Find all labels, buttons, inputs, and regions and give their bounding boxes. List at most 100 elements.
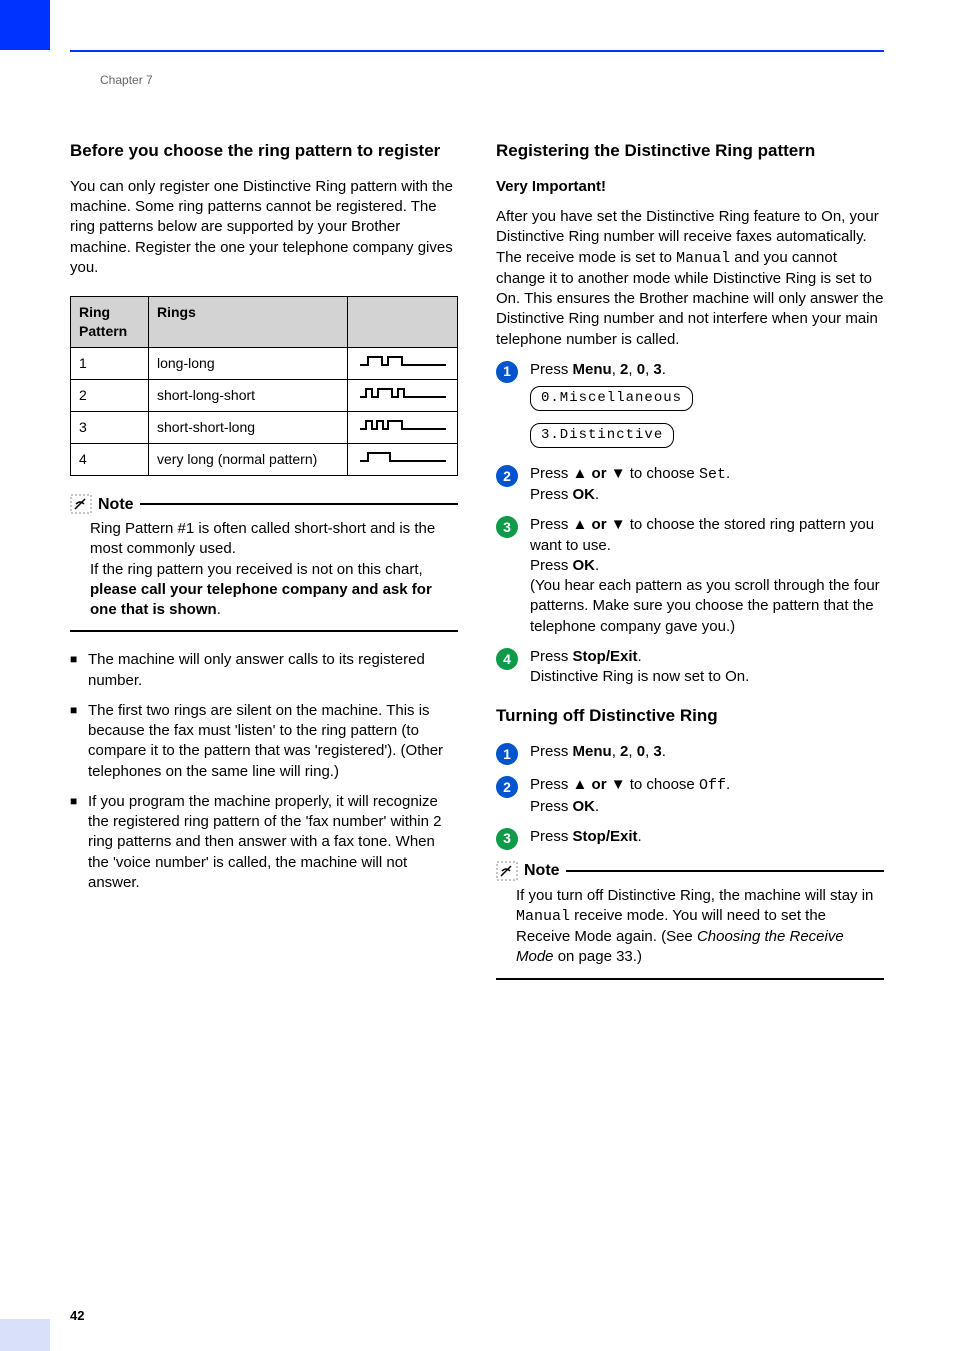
step-text: Press Menu, 2, 0, 3. [530,742,884,762]
lcd-display: 3.Distinctive [530,423,674,448]
cell-desc: very long (normal pattern) [149,443,348,475]
step-4: 4 Press Stop/Exit. Distinctive Ring is n… [496,647,884,688]
step-text: Press ▲ or ▼ to choose Set. Press OK. [530,464,884,506]
step-badge: 3 [496,516,518,538]
menu-label: Menu [573,361,612,378]
note-body: Ring Pattern #1 is often called short-sh… [70,519,458,620]
th-ring-pattern: Ring Pattern [71,297,149,348]
step-1: 1 Press Menu, 2, 0, 3. 0.Miscellaneous 3… [496,360,884,454]
wave-icon [348,443,458,475]
step-text: Press Menu, 2, 0, 3. 0.Miscellaneous 3.D… [530,360,884,454]
step-1: 1 Press Menu, 2, 0, 3. [496,742,884,765]
very-important-label: Very Important! [496,177,884,197]
right-heading-2: Turning off Distinctive Ring [496,705,884,728]
text: , [612,743,620,760]
cell-num: 1 [71,347,149,379]
table-row: 3 short-short-long [71,411,458,443]
top-rule [70,50,884,52]
cell-desc: short-short-long [149,411,348,443]
right-column: Registering the Distinctive Ring pattern… [496,140,884,998]
note-header: Note [70,494,458,516]
text: . [726,776,730,793]
text: to choose [626,465,699,482]
table-row: 1 long-long [71,347,458,379]
key-label: 0 [637,361,645,378]
text: Press [530,465,573,482]
text: Press [530,486,573,503]
cell-num: 2 [71,379,149,411]
th-wave [348,297,458,348]
step-text: Press Stop/Exit. [530,827,884,847]
list-item: If you program the machine properly, it … [70,792,458,893]
mono-text: Off [699,777,726,794]
text: on page 33.) [554,948,642,965]
note-text: . [217,601,221,618]
note-label: Note [524,860,560,882]
text: . [726,465,730,482]
arrow-icon: ▲ or ▼ [573,516,626,533]
mono-text: Manual [516,908,570,925]
ok-label: OK [573,798,596,815]
cell-num: 3 [71,411,149,443]
step-badge: 4 [496,648,518,670]
text: . [595,557,599,574]
right-heading-1: Registering the Distinctive Ring pattern [496,140,884,163]
step-2: 2 Press ▲ or ▼ to choose Set. Press OK. [496,464,884,506]
arrow-icon: ▲ or ▼ [573,465,626,482]
table-row: 2 short-long-short [71,379,458,411]
note-header-2: Note [496,860,884,882]
step-2: 2 Press ▲ or ▼ to choose Off. Press OK. [496,775,884,817]
wave-icon [348,411,458,443]
cell-num: 4 [71,443,149,475]
note-rule [140,503,458,505]
note-icon [70,494,92,514]
text: . [595,798,599,815]
step-badge: 2 [496,465,518,487]
list-item: The machine will only answer calls to it… [70,650,458,691]
text: (You hear each pattern as you scroll thr… [530,577,880,635]
text: Distinctive Ring is now set to On. [530,668,749,685]
text: Press [530,743,573,760]
mono-text: Set [699,466,726,483]
text: Press [530,361,573,378]
step-3: 3 Press Stop/Exit. [496,827,884,850]
right-intro-1: After you have set the Distinctive Ring … [496,207,884,350]
ok-label: OK [573,557,596,574]
wave-icon [348,379,458,411]
procedure-turning-off: 1 Press Menu, 2, 0, 3. 2 Press ▲ or ▼ to… [496,742,884,850]
key-label: 3 [653,361,661,378]
key-label: 2 [620,743,628,760]
text: If you turn off Distinctive Ring, the ma… [516,887,873,904]
blue-side-bottom [0,1319,50,1351]
note-text: If the ring pattern you received is not … [90,561,423,578]
arrow-icon: ▲ or ▼ [573,776,626,793]
cell-desc: short-long-short [149,379,348,411]
menu-label: Menu [573,743,612,760]
text: Press [530,516,573,533]
step-3: 3 Press ▲ or ▼ to choose the stored ring… [496,515,884,637]
mono-text: Manual [676,250,730,267]
note-text: Ring Pattern #1 is often called short-sh… [90,520,435,557]
text: Press [530,828,573,845]
text: . [638,648,642,665]
procedure-registering: 1 Press Menu, 2, 0, 3. 0.Miscellaneous 3… [496,360,884,688]
chapter-label: Chapter 7 [100,72,153,88]
text: to choose [626,776,699,793]
left-heading: Before you choose the ring pattern to re… [70,140,458,163]
th-rings: Rings [149,297,348,348]
stop-exit-label: Stop/Exit [573,648,638,665]
key-label: 3 [653,743,661,760]
key-label: 2 [620,361,628,378]
wave-icon [348,347,458,379]
step-badge: 3 [496,828,518,850]
text: Press [530,648,573,665]
note-bottom-rule [496,978,884,980]
lcd-display: 0.Miscellaneous [530,386,693,411]
text: . [595,486,599,503]
note-text-bold: please call your telephone company and a… [90,581,432,618]
list-item: The first two rings are silent on the ma… [70,701,458,782]
note-bottom-rule [70,630,458,632]
table-row: 4 very long (normal pattern) [71,443,458,475]
text: Press [530,798,573,815]
stop-exit-label: Stop/Exit [573,828,638,845]
